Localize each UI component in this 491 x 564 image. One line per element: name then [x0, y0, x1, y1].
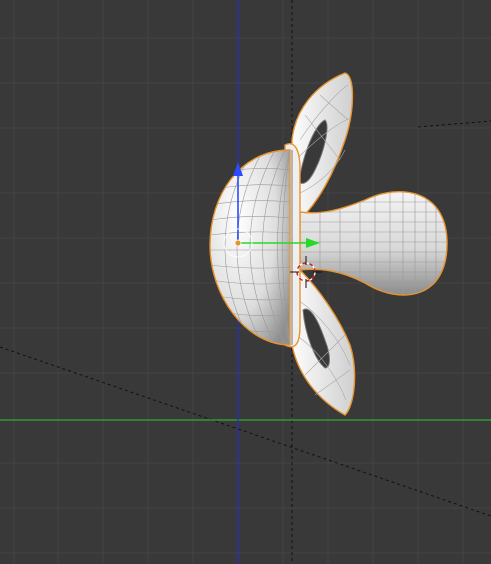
- pacifier-upper-ring[interactable]: [291, 72, 354, 221]
- pacifier-dome[interactable]: [209, 149, 291, 346]
- 3d-viewport[interactable]: [0, 0, 491, 564]
- pacifier-lower-ring[interactable]: [291, 269, 356, 416]
- object-origin-icon: [234, 239, 242, 247]
- viewport-canvas[interactable]: [0, 0, 491, 564]
